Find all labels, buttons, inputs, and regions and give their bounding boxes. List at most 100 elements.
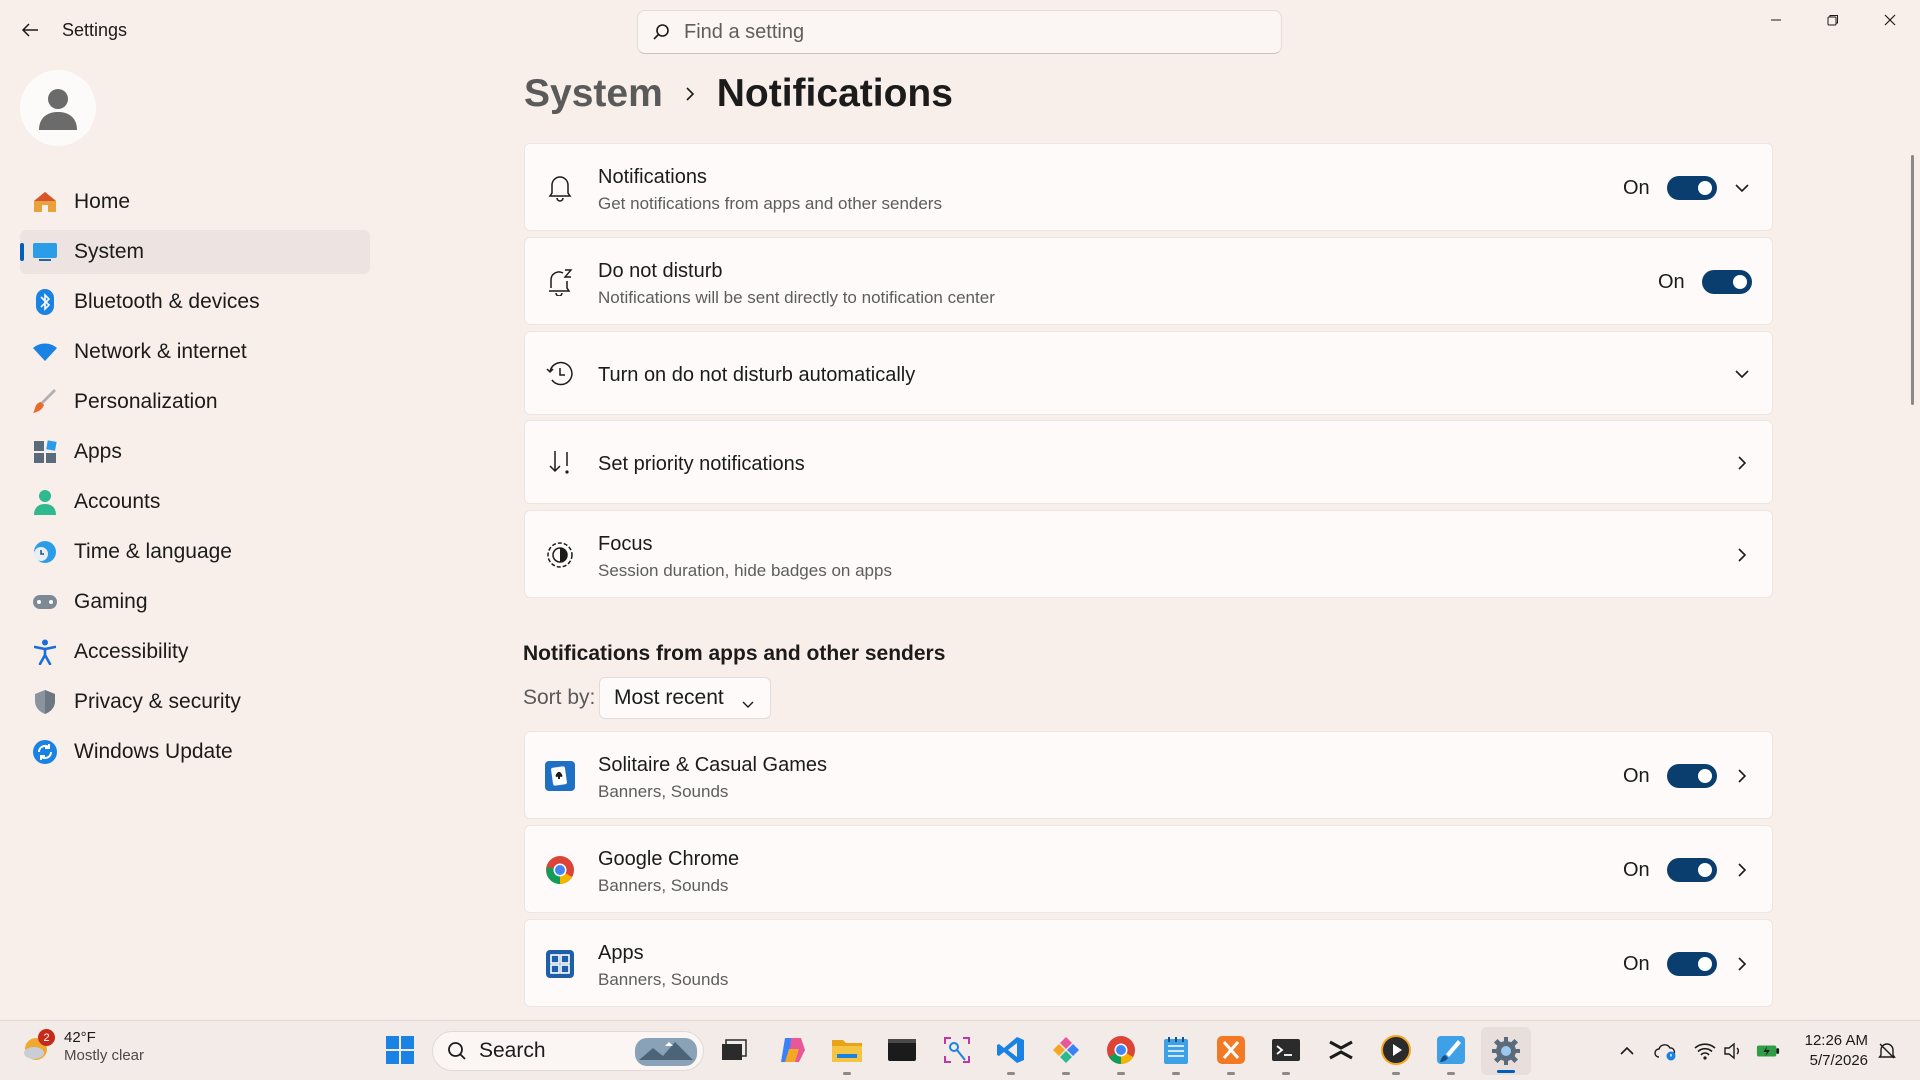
breadcrumb-parent[interactable]: System [524, 72, 663, 116]
folder-icon [832, 1040, 862, 1062]
volume-tray[interactable] [1722, 1039, 1746, 1063]
taskbar-capcut[interactable] [1324, 1033, 1358, 1067]
scrollbar[interactable] [1911, 155, 1914, 405]
focus-icon [545, 540, 575, 570]
setting-title: Notifications [598, 166, 707, 188]
running-indicator [1392, 1072, 1400, 1075]
taskbar-media-player[interactable] [1379, 1033, 1413, 1075]
app-notification-row[interactable]: Solitaire & Casual Games Banners, Sounds… [524, 731, 1773, 819]
active-indicator [1497, 1070, 1515, 1073]
app-name: Google Chrome [598, 848, 740, 870]
clock-time: 12:26 AM [1804, 1032, 1868, 1049]
chevron-right-icon[interactable] [1732, 545, 1752, 565]
priority-notifications-card[interactable]: Set priority notifications [524, 420, 1773, 504]
taskbar-paint[interactable] [1434, 1033, 1468, 1075]
task-view-button[interactable] [717, 1033, 751, 1067]
notepad-icon [1164, 1037, 1188, 1064]
search-highlight-icon [635, 1038, 697, 1066]
chevron-right-icon[interactable] [1732, 954, 1752, 974]
taskbar-terminal-app[interactable] [885, 1033, 919, 1067]
bell-icon [545, 173, 575, 203]
chevron-down-icon[interactable] [1732, 178, 1752, 198]
command-prompt-icon [1272, 1039, 1300, 1061]
do-not-disturb-toggle[interactable] [1702, 270, 1752, 294]
taskbar-notepad[interactable] [1159, 1033, 1193, 1075]
taskbar-gem-app[interactable] [1049, 1033, 1083, 1075]
sidebar-item-windows-update[interactable]: Windows Update [20, 730, 370, 774]
app-notification-row[interactable]: Apps Banners, Sounds On [524, 919, 1773, 1007]
setting-title: Focus [598, 533, 653, 555]
person-icon [39, 89, 77, 130]
capcut-icon [1329, 1040, 1353, 1060]
focus-card[interactable]: Focus Session duration, hide badges on a… [524, 510, 1773, 598]
notification-center-button[interactable] [1875, 1039, 1899, 1063]
cloud-alert-icon [1654, 1044, 1676, 1061]
back-button[interactable] [16, 16, 44, 44]
chevron-down-icon[interactable] [1732, 364, 1752, 384]
taskbar-settings[interactable] [1481, 1027, 1531, 1075]
sidebar-item-label: Windows Update [74, 740, 233, 763]
sidebar-item-time-language[interactable]: Time & language [20, 530, 370, 574]
battery-tray[interactable] [1756, 1039, 1780, 1063]
sidebar-item-gaming[interactable]: Gaming [20, 580, 370, 624]
app-notification-row[interactable]: Google Chrome Banners, Sounds On [524, 825, 1773, 913]
taskbar-snipping-tool[interactable] [940, 1033, 974, 1067]
running-indicator [1282, 1072, 1290, 1075]
sidebar-item-system[interactable]: System [20, 230, 370, 274]
taskbar-copilot[interactable] [775, 1033, 809, 1067]
app-notification-toggle[interactable] [1667, 858, 1717, 882]
sidebar-item-label: Bluetooth & devices [74, 290, 260, 313]
user-avatar[interactable] [20, 70, 96, 146]
vscode-icon [997, 1037, 1024, 1063]
taskbar-terminal[interactable] [1269, 1033, 1303, 1075]
minimize-button[interactable] [1748, 6, 1804, 34]
sidebar-item-bluetooth[interactable]: Bluetooth & devices [20, 280, 370, 324]
taskbar: 2 42°F Mostly clear Search 12:26 AM 5/7/… [0, 1020, 1920, 1080]
taskbar-clock[interactable]: 12:26 AM 5/7/2026 [1796, 1031, 1868, 1071]
notifications-toggle[interactable] [1667, 176, 1717, 200]
sidebar-item-label: Accessibility [74, 640, 189, 663]
sort-value: Most recent [614, 686, 724, 709]
app-notification-toggle[interactable] [1667, 764, 1717, 788]
sidebar-item-home[interactable]: Home [20, 180, 370, 224]
onedrive-tray[interactable] [1654, 1039, 1678, 1063]
restore-button[interactable] [1805, 6, 1861, 34]
chevron-right-icon[interactable] [1732, 766, 1752, 786]
sidebar-item-network[interactable]: Network & internet [20, 330, 370, 374]
title-bar: Settings Find a setting [0, 0, 1920, 62]
toggle-state-label: On [1623, 765, 1650, 787]
network-tray[interactable] [1693, 1039, 1717, 1063]
dnd-automatic-card[interactable]: Turn on do not disturb automatically [524, 331, 1773, 415]
taskbar-xampp[interactable] [1214, 1033, 1248, 1075]
sort-dropdown[interactable]: Most recent [599, 677, 771, 719]
sidebar-item-label: Gaming [74, 590, 148, 613]
notifications-setting-card[interactable]: Notifications Get notifications from app… [524, 143, 1773, 231]
taskbar-search[interactable]: Search [432, 1031, 704, 1071]
apps-app-icon [545, 949, 575, 979]
sidebar-nav: Home System Bluetooth & devices Network … [20, 180, 370, 780]
app-notification-toggle[interactable] [1667, 952, 1717, 976]
taskbar-vscode[interactable] [994, 1033, 1028, 1075]
do-not-disturb-card: Do not disturb Notifications will be sen… [524, 237, 1773, 325]
taskbar-file-explorer[interactable] [830, 1033, 864, 1075]
sidebar-item-apps[interactable]: Apps [20, 430, 370, 474]
app-name: Solitaire & Casual Games [598, 754, 827, 776]
restore-icon [1827, 15, 1838, 26]
chevron-right-icon[interactable] [1732, 860, 1752, 880]
settings-search-input[interactable]: Find a setting [637, 10, 1282, 54]
terminal-window-icon [888, 1039, 916, 1061]
taskbar-chrome[interactable] [1104, 1033, 1138, 1075]
start-button[interactable] [383, 1033, 417, 1067]
app-detail: Banners, Sounds [598, 782, 729, 801]
chevron-right-icon[interactable] [1732, 453, 1752, 473]
sidebar-item-privacy[interactable]: Privacy & security [20, 680, 370, 724]
close-button[interactable] [1862, 6, 1918, 34]
sidebar-item-accessibility[interactable]: Accessibility [20, 630, 370, 674]
sidebar-item-accounts[interactable]: Accounts [20, 480, 370, 524]
weather-widget[interactable]: 2 42°F Mostly clear [22, 1029, 144, 1065]
show-hidden-icons-button[interactable] [1615, 1039, 1639, 1063]
chevron-right-icon [685, 86, 695, 102]
close-icon [1884, 14, 1896, 26]
sidebar-item-personalization[interactable]: Personalization [20, 380, 370, 424]
breadcrumb: System Notifications [524, 72, 953, 116]
